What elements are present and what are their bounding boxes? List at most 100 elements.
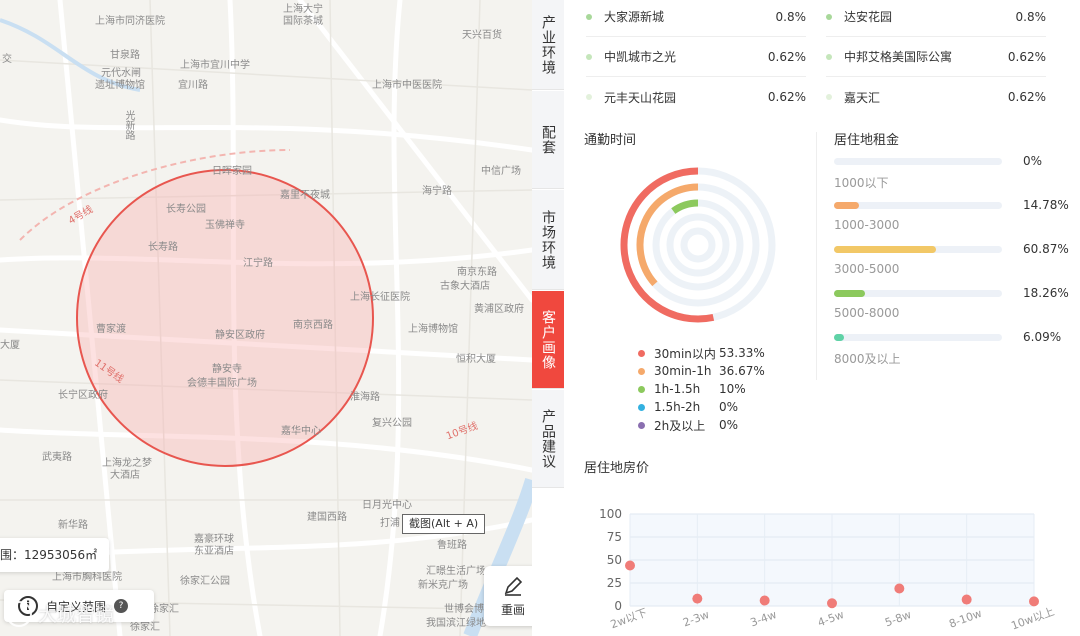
map-place-label: 上海市宜川中学 xyxy=(180,60,250,71)
legend-item: 1h-1.5h 10% xyxy=(638,380,746,398)
map-place-label: 上海长征医院 xyxy=(350,292,410,303)
map-place-label: 鲁班路 xyxy=(437,540,467,551)
y-tick-label: 100 xyxy=(599,507,622,521)
community-name: 中凯城市之光 xyxy=(604,50,677,64)
rent-value: 14.78% xyxy=(1023,198,1069,212)
rent-bar-track xyxy=(834,202,1002,209)
tab-industry-environment[interactable]: 产业环境 xyxy=(532,0,564,90)
area-display: 围：12953056㎡ xyxy=(0,538,110,572)
bullet-dot xyxy=(586,13,592,20)
map-place-label: 日晖家园 xyxy=(212,166,252,177)
watermark-text: 大城智镜 xyxy=(38,604,115,626)
tab-label: 配套 xyxy=(540,124,556,155)
x-tick-label: 4-5w xyxy=(816,608,846,629)
tab-label: 产品建议 xyxy=(540,408,556,469)
pencil-icon xyxy=(504,576,523,596)
rent-value: 6.09% xyxy=(1023,330,1062,344)
tab-facilities[interactable]: 配套 xyxy=(532,91,564,189)
commute-ring-track xyxy=(680,227,716,263)
bullet-dot xyxy=(826,13,832,20)
community-pct: 0.62% xyxy=(767,49,806,64)
rent-range-label: 3000-5000 xyxy=(834,262,900,276)
map-view[interactable]: 上海市同济医院 上海大宁 国际茶城 天兴百货 甘泉路 上海市宜川中学 元代水闸 遗址博物馆 宜川… xyxy=(0,0,532,636)
map-place-label: 遗址博物馆 xyxy=(95,80,145,91)
legend-label: 1.5h-2h xyxy=(654,400,701,414)
map-place-label: 日月光中心 xyxy=(362,500,412,511)
rent-bar-fill xyxy=(834,202,859,209)
map-place-label: 上海市中医医院 xyxy=(372,80,442,91)
map-place-label: 南京西路 xyxy=(293,320,333,331)
rent-range-label: 1000以下 xyxy=(834,176,889,190)
list-item: 嘉天汇 0.62% xyxy=(826,77,1046,117)
x-tick-label: 5-8w xyxy=(883,608,913,629)
map-place-label: 东亚酒店 xyxy=(194,546,234,557)
community-pct: 0.62% xyxy=(1007,90,1046,104)
map-place-label: 静安区政府 xyxy=(215,330,265,341)
rent-bar-track xyxy=(834,158,1002,165)
help-icon[interactable]: ? xyxy=(114,599,129,613)
list-item: 中凯城市之光 0.62% xyxy=(586,37,806,77)
legend-value: 0% xyxy=(719,400,739,414)
map-place-label: 交 xyxy=(2,54,12,65)
map-place-label: 复兴公园 xyxy=(372,418,412,429)
map-place-label: 古象大酒店 xyxy=(440,281,490,292)
legend-label: 30min-1h xyxy=(654,364,712,378)
community-name: 中邦艾格美国际公寓 xyxy=(844,50,953,64)
map-place-label: 新华路 xyxy=(58,520,88,531)
map-place-label: 中信广场 xyxy=(481,166,521,177)
map-place-label: 上海市胸科医院 xyxy=(52,572,122,583)
y-tick-label: 0 xyxy=(614,599,622,613)
map-place-label: 黄浦区政府 xyxy=(474,304,524,315)
rent-bar-track xyxy=(834,290,1002,297)
area-value: 围：12953056㎡ xyxy=(0,548,98,562)
rent-value: 18.26% xyxy=(1023,286,1069,300)
rent-bar-fill xyxy=(834,290,865,297)
map-place-label: 徐家汇 xyxy=(130,622,160,633)
map-place-label: 会德丰国际广场 xyxy=(187,378,257,389)
legend-label: 1h-1.5h xyxy=(654,382,701,396)
x-tick-label: 10w以上 xyxy=(1009,605,1056,633)
rent-value: 60.87% xyxy=(1023,242,1069,256)
community-pct: 0.8% xyxy=(1015,9,1047,24)
bullet-dot xyxy=(826,94,832,100)
watermark: 大城智镜 xyxy=(6,600,114,627)
map-place-label: 汇暻生活广场 xyxy=(426,566,486,577)
rent-value: 0% xyxy=(1023,154,1043,168)
rent-range-label: 1000-3000 xyxy=(834,218,900,232)
data-point xyxy=(961,594,972,605)
tab-market-environment[interactable]: 市场环境 xyxy=(532,190,564,290)
map-place-label: 静安寺 xyxy=(212,364,242,375)
legend-dot xyxy=(638,349,645,357)
list-item: 大家源新城 0.8% xyxy=(586,0,806,37)
selection-circle xyxy=(76,169,374,467)
map-place-label: 天兴百货 xyxy=(462,30,502,41)
community-name: 达安花园 xyxy=(844,10,893,24)
tab-product-suggestion[interactable]: 产品建议 xyxy=(532,390,564,488)
community-pct: 0.8% xyxy=(775,9,807,24)
legend-item: 30min以内 53.33% xyxy=(638,344,765,362)
map-place-label: 新米克广场 xyxy=(418,580,468,591)
legend-value: 0% xyxy=(719,418,739,432)
rent-bar-track xyxy=(834,246,1002,253)
map-place-label: 恒积大厦 xyxy=(456,354,496,365)
y-tick-label: 75 xyxy=(607,530,622,544)
y-tick-label: 25 xyxy=(607,576,622,590)
map-place-label: 长寿公园 xyxy=(166,204,206,215)
community-pct: 0.62% xyxy=(1007,49,1046,64)
watermark-logo-icon xyxy=(6,600,32,627)
redraw-button[interactable]: 重画 xyxy=(484,566,532,626)
data-point xyxy=(692,593,703,604)
map-place-label: 世博会博 xyxy=(444,604,484,615)
rent-title: 居住地租金 xyxy=(834,133,900,148)
tab-label: 市场环境 xyxy=(540,209,556,270)
data-point xyxy=(625,560,635,571)
tab-label: 产业环境 xyxy=(540,14,556,75)
map-place-label: 上海龙之梦 xyxy=(102,458,152,469)
column-divider xyxy=(816,132,817,380)
tab-customer-profile[interactable]: 客户画像 xyxy=(532,291,564,389)
map-place-label: 嘉华中心 xyxy=(281,426,321,437)
map-place-label: 大厦 xyxy=(0,340,20,351)
map-place-label: 南京东路 xyxy=(457,267,497,278)
legend-dot xyxy=(638,421,645,429)
list-item: 元丰天山花园 0.62% xyxy=(586,77,806,117)
